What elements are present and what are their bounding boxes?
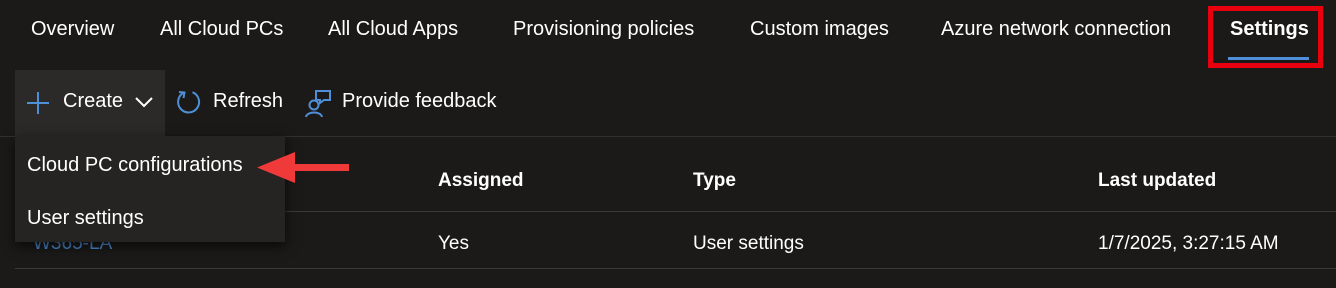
column-header-assigned[interactable]: Assigned [438, 170, 524, 192]
tab-custom-images[interactable]: Custom images [750, 18, 889, 41]
feedback-icon[interactable] [304, 88, 332, 118]
row-last-updated: 1/7/2025, 3:27:15 AM [1098, 233, 1279, 254]
refresh-button[interactable]: Refresh [213, 90, 283, 113]
create-dropdown-menu: Cloud PC configurations User settings [15, 136, 285, 242]
refresh-icon[interactable] [175, 89, 202, 116]
chevron-down-icon [135, 97, 153, 108]
tab-all-cloud-pcs[interactable]: All Cloud PCs [160, 18, 283, 41]
create-button[interactable]: Create [15, 70, 165, 136]
menu-item-cloud-pc-configurations[interactable]: Cloud PC configurations [27, 154, 243, 177]
tab-provisioning-policies[interactable]: Provisioning policies [513, 18, 694, 41]
tab-all-cloud-apps[interactable]: All Cloud Apps [328, 18, 458, 41]
column-header-type[interactable]: Type [693, 170, 736, 192]
provide-feedback-button[interactable]: Provide feedback [342, 90, 497, 113]
menu-item-user-settings[interactable]: User settings [27, 207, 144, 230]
settings-tab-highlight [1208, 6, 1323, 68]
tab-azure-network-connection[interactable]: Azure network connection [941, 18, 1171, 41]
row-type: User settings [693, 233, 804, 254]
create-label: Create [63, 90, 124, 112]
command-bar: Create Refresh Provide feedback [0, 70, 1336, 136]
row-divider [15, 268, 1336, 269]
tab-overview[interactable]: Overview [31, 18, 114, 41]
plus-icon [27, 92, 49, 114]
tab-bar: Overview All Cloud PCs All Cloud Apps Pr… [0, 0, 1336, 68]
row-assigned: Yes [438, 233, 469, 254]
annotation-arrow-icon [257, 152, 349, 183]
column-header-last-updated[interactable]: Last updated [1098, 170, 1216, 192]
